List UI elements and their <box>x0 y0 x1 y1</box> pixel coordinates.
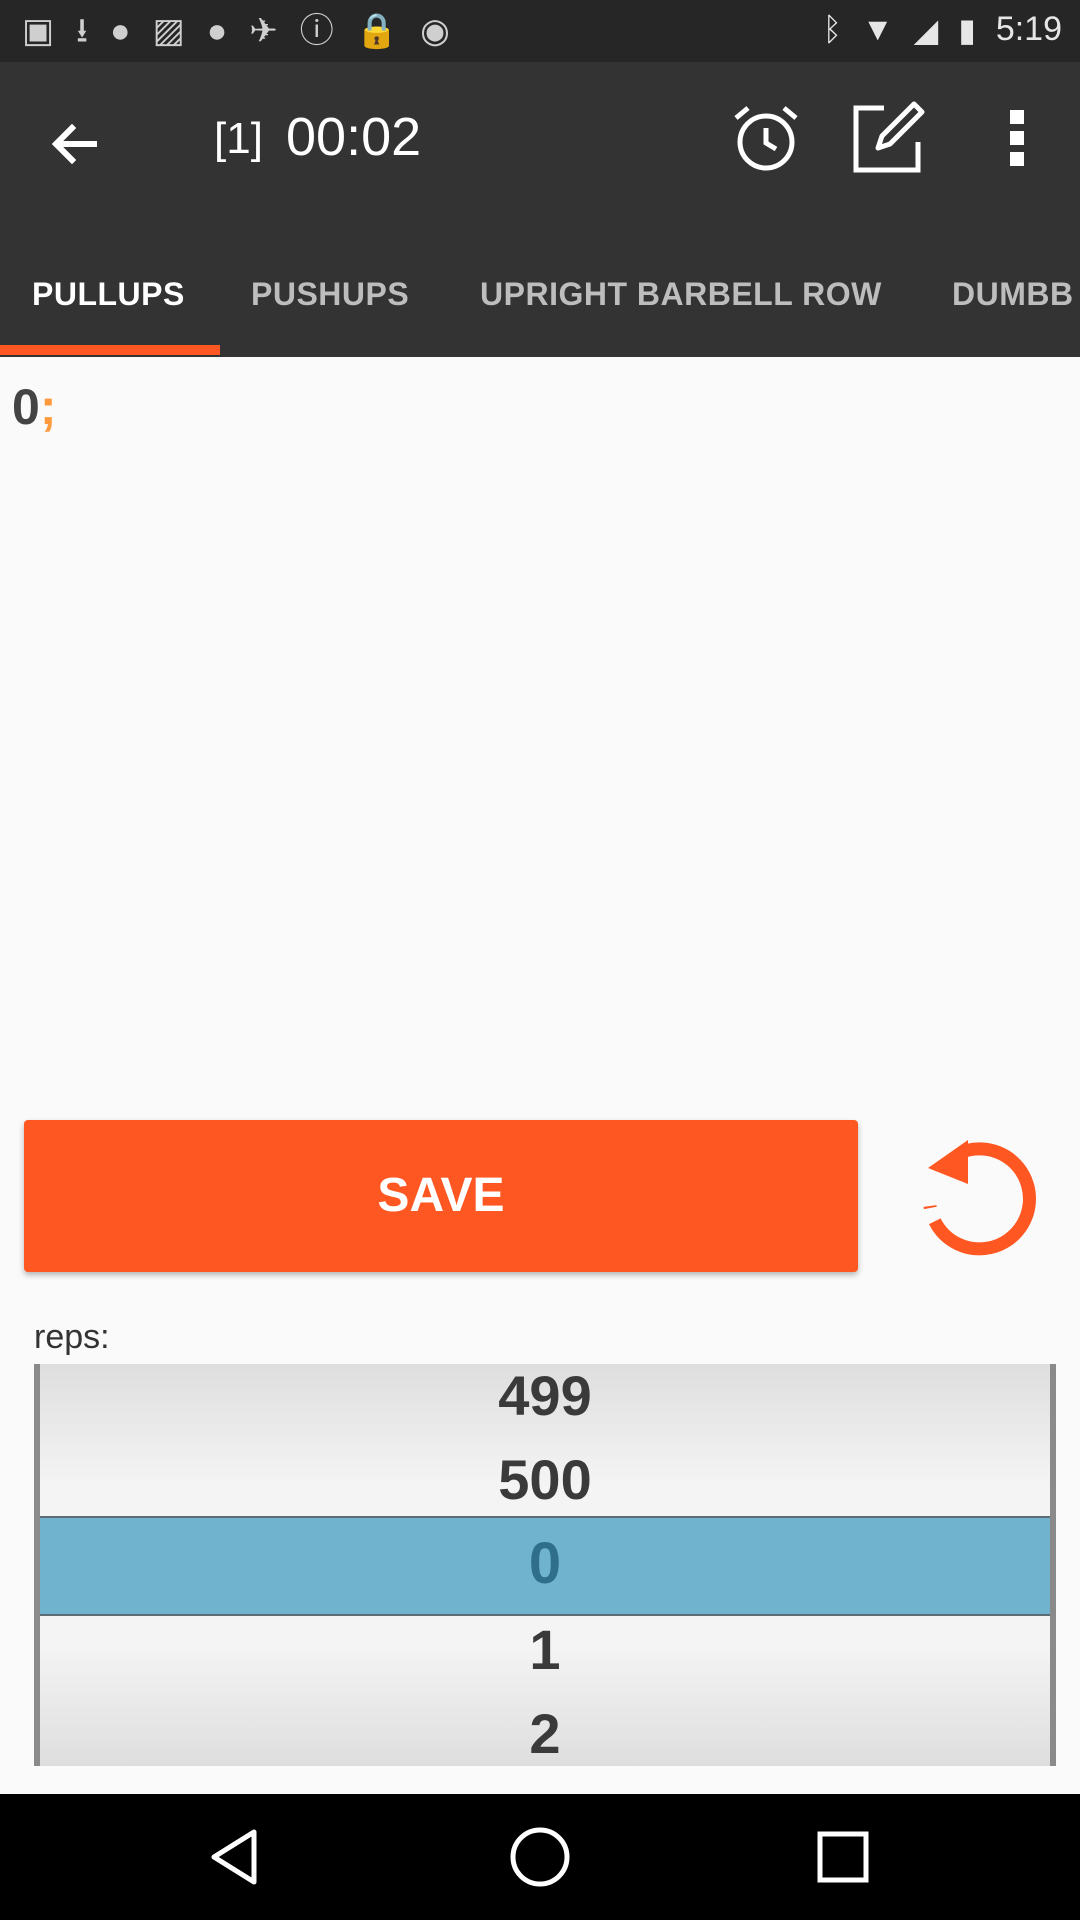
alarm-clock-icon <box>734 106 798 171</box>
circle-icon: ● <box>110 12 131 50</box>
save-button[interactable]: SAVE <box>24 1120 858 1272</box>
clock: 5:19 <box>995 10 1062 48</box>
back-button[interactable] <box>36 106 112 182</box>
fake-gps-icon: ✈ <box>249 12 278 50</box>
exercise-tabs: PULLUPS PUSHUPS UPRIGHT BARBELL ROW DUMB… <box>0 244 1080 357</box>
picker-item[interactable]: 1 <box>40 1608 1050 1692</box>
circle-icon: ● <box>206 12 228 50</box>
circle-home-icon <box>510 1827 570 1887</box>
app-bar: [1] 00:02 PULLUPS PUSHUPS UPRIGHT BARBEL… <box>0 62 1080 357</box>
battery-icon: ▮ <box>958 11 976 48</box>
more-options-button[interactable] <box>994 98 1040 178</box>
bluetooth-icon: ᛒ <box>822 11 842 47</box>
undo-refresh-icon <box>923 1140 1036 1256</box>
tab-dumbbell[interactable]: DUMBB <box>952 244 1074 357</box>
tab-upright-barbell-row[interactable]: UPRIGHT BARBELL ROW <box>480 244 882 357</box>
reps-picker[interactable]: 499 500 0 1 2 <box>34 1364 1056 1766</box>
square-recents-icon <box>817 1831 869 1883</box>
nav-home-button[interactable] <box>505 1822 575 1892</box>
edit-icon <box>853 101 925 173</box>
wifi-icon: ▼ <box>861 11 894 47</box>
reps-label: reps: <box>34 1318 110 1356</box>
chat-dots-icon: ▣ <box>22 12 55 50</box>
nav-recents-button[interactable] <box>808 1822 878 1892</box>
lock-icon: 🔒 <box>355 12 399 50</box>
picker-item[interactable]: 2 <box>40 1692 1050 1766</box>
elapsed-timer: 00:02 <box>286 107 422 167</box>
arrow-left-icon <box>51 123 97 165</box>
notification-icons: ▣ ⭳ ● ▨ ● ✈ ⓘ 🔒 ◉ <box>22 12 450 50</box>
picker-item[interactable]: 499 <box>40 1364 1050 1438</box>
active-tab-indicator <box>0 345 220 355</box>
signal-icon: ◢ <box>913 11 939 48</box>
download-icon: ⭳ <box>76 12 89 50</box>
reps-log-count: 0 <box>12 379 40 435</box>
picker-item[interactable]: 500 <box>40 1438 1050 1522</box>
triangle-back-icon <box>211 1829 257 1885</box>
system-icons: ᛒ ▼ ◢ ▮ 5:19 <box>823 10 1062 49</box>
reset-button[interactable] <box>912 1128 1042 1263</box>
tab-pullups[interactable]: PULLUPS <box>32 244 185 357</box>
more-vert-icon <box>1010 110 1024 166</box>
image-icon: ▨ <box>152 12 185 50</box>
info-icon: ⓘ <box>299 12 334 50</box>
tab-pushups[interactable]: PUSHUPS <box>251 244 409 357</box>
reps-log: 0; <box>12 378 56 436</box>
cat-icon: ◉ <box>420 12 450 50</box>
reps-log-separator: ; <box>39 379 57 435</box>
edit-button[interactable] <box>848 98 928 178</box>
set-number: [1] <box>214 114 263 163</box>
navigation-bar <box>0 1794 1080 1920</box>
picker-selected-value[interactable]: 0 <box>40 1516 1050 1612</box>
nav-back-button[interactable] <box>200 1822 270 1892</box>
alarm-button[interactable] <box>728 100 804 176</box>
status-bar: ▣ ⭳ ● ▨ ● ✈ ⓘ 🔒 ◉ ᛒ ▼ ◢ ▮ 5:19 <box>0 0 1080 62</box>
